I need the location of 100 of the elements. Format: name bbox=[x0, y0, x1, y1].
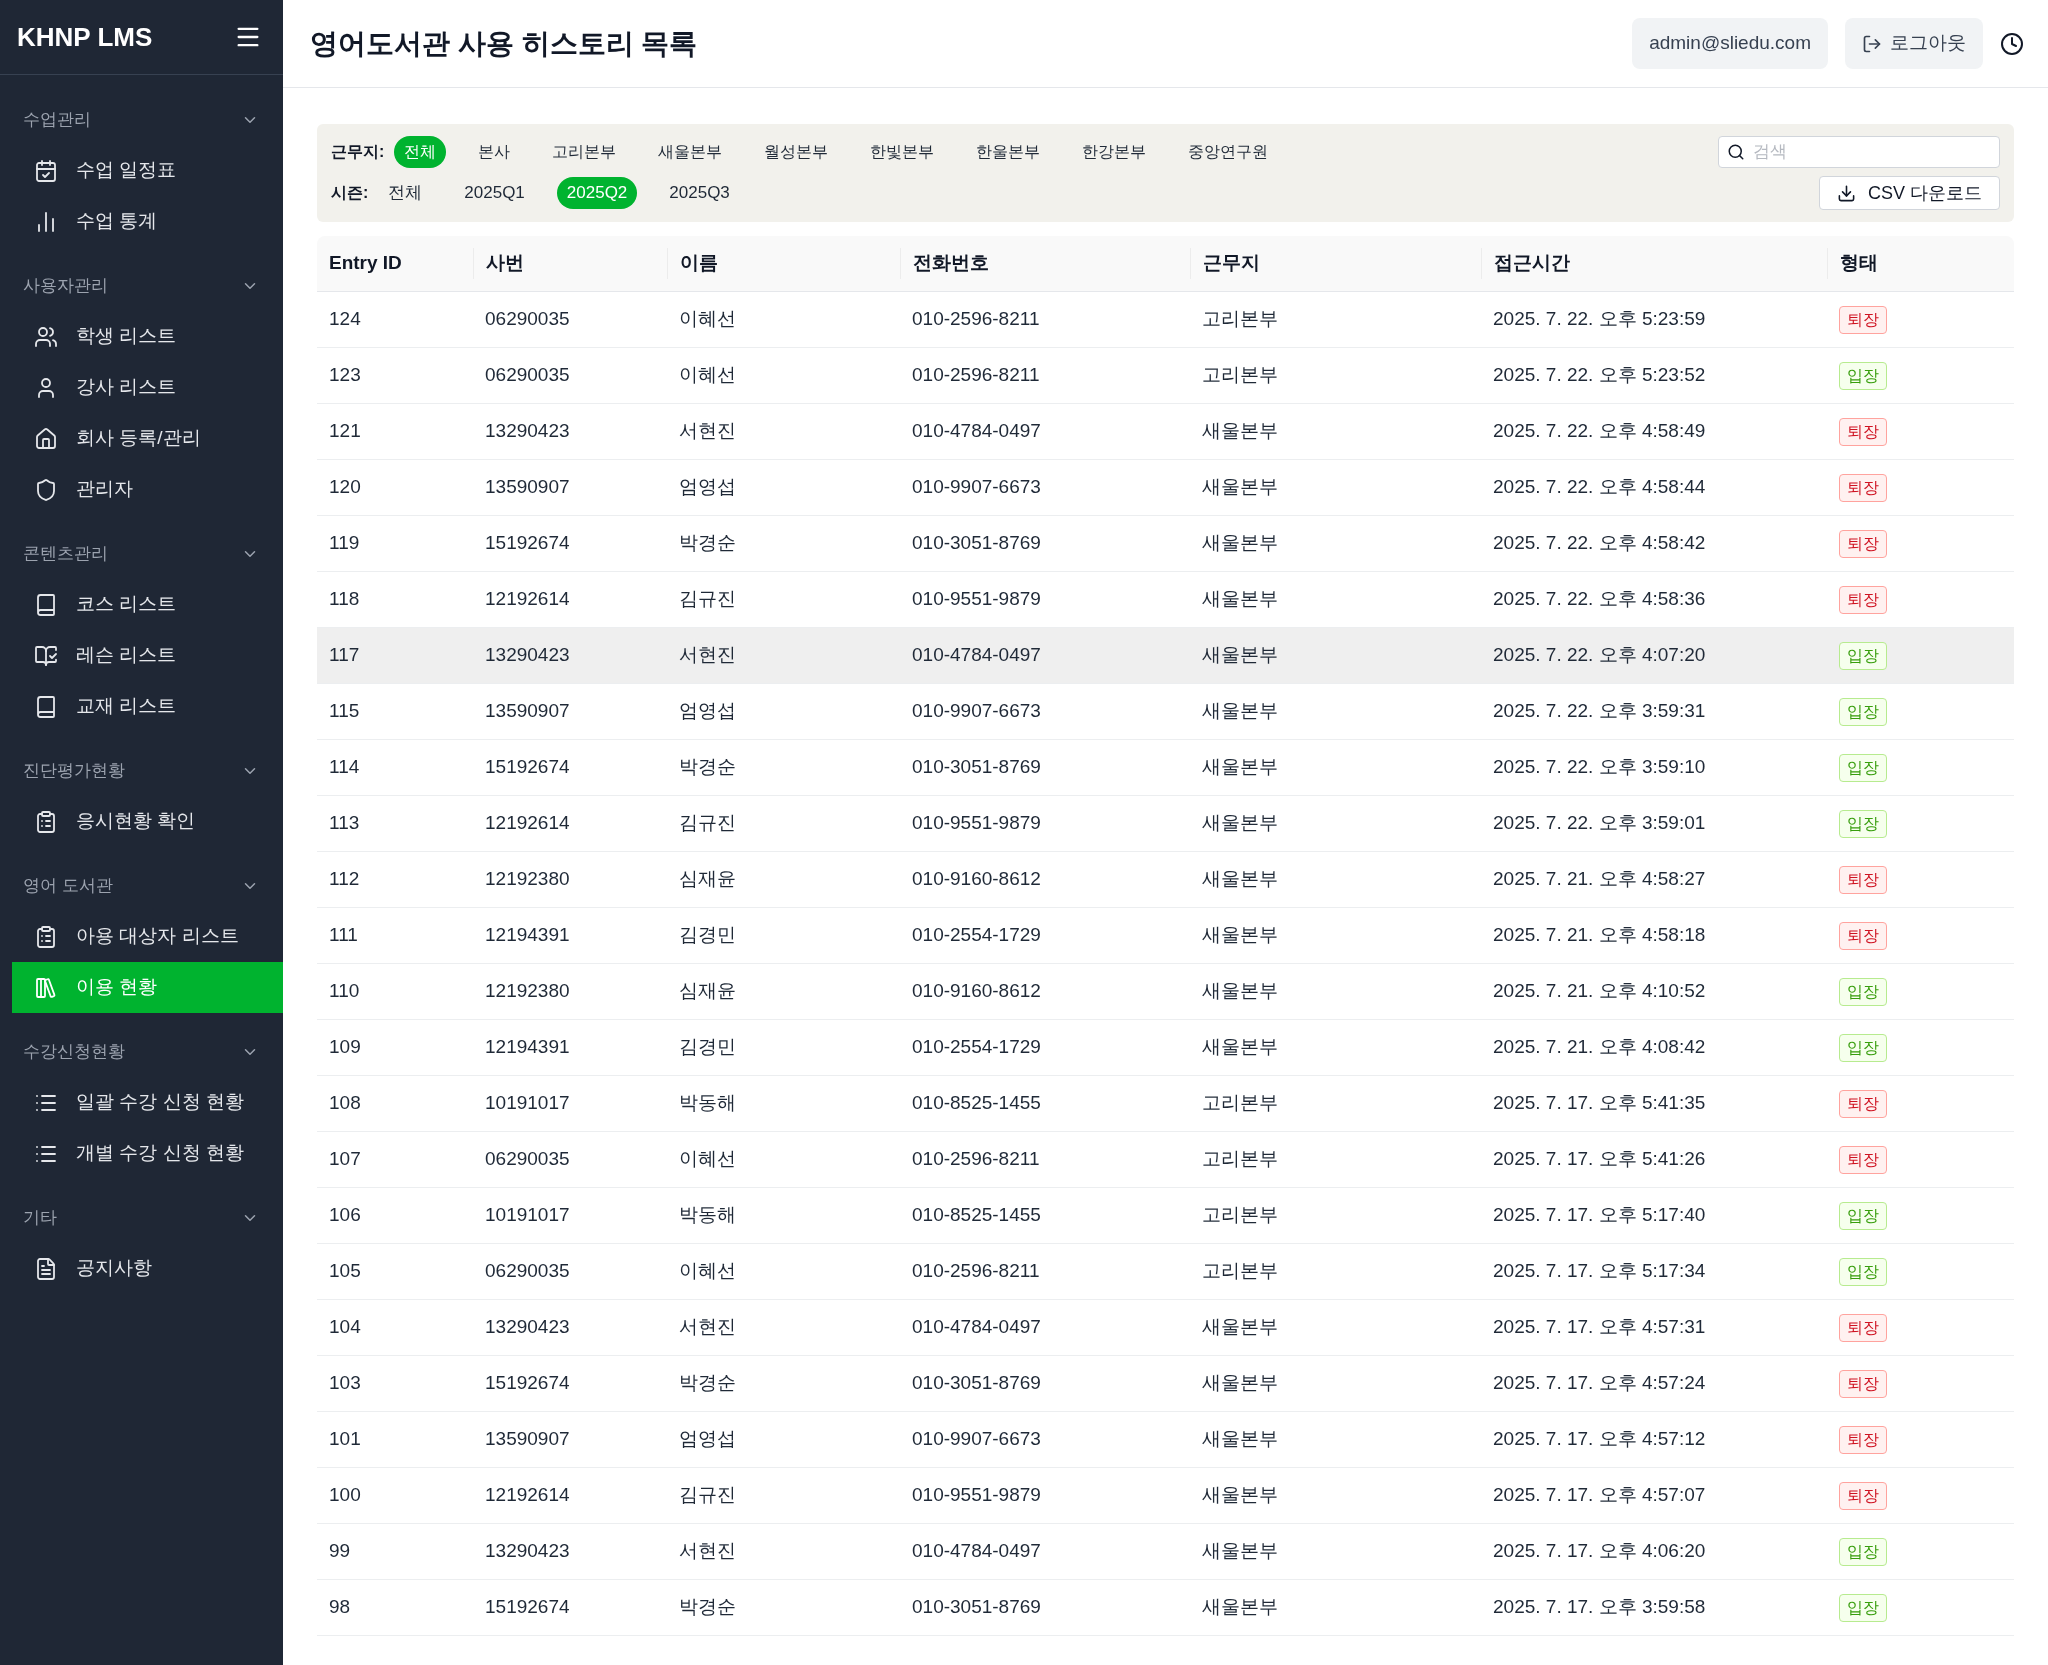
table-cell: 박경순 bbox=[679, 1372, 736, 1394]
filter-chip[interactable]: 고리본부 bbox=[542, 136, 627, 168]
status-badge: 퇴장 bbox=[1839, 865, 1887, 894]
sidebar-item[interactable]: 공지사항 bbox=[12, 1243, 283, 1294]
table-cell: 010-9551-9879 bbox=[912, 1484, 1041, 1506]
sidebar-section-header[interactable]: 영어 도서관 bbox=[0, 861, 283, 911]
filter-chip[interactable]: 한울본부 bbox=[966, 136, 1051, 168]
filter-chip[interactable]: 본사 bbox=[468, 136, 521, 168]
status-badge: 입장 bbox=[1839, 641, 1887, 670]
house-icon bbox=[34, 426, 58, 451]
book-icon bbox=[34, 592, 58, 617]
table-cell: 새울본부 bbox=[1202, 700, 1278, 722]
sidebar-item[interactable]: 학생 리스트 bbox=[12, 311, 283, 362]
table-cell: 박경순 bbox=[679, 1596, 736, 1618]
filter-label: 근무지: bbox=[331, 142, 385, 162]
clock-icon[interactable] bbox=[2000, 31, 2024, 56]
table-cell: 새울본부 bbox=[1202, 868, 1278, 890]
status-badge: 퇴장 bbox=[1839, 1369, 1887, 1398]
sidebar-item[interactable]: 수업 통계 bbox=[12, 196, 283, 247]
status-badge: 입장 bbox=[1839, 361, 1887, 390]
table-cell: 113 bbox=[329, 812, 360, 834]
filter-chip[interactable]: 월성본부 bbox=[754, 136, 839, 168]
sidebar-section-header[interactable]: 콘텐츠관리 bbox=[0, 529, 283, 579]
table-cell: 108 bbox=[329, 1092, 361, 1114]
table-cell: 김규진 bbox=[679, 812, 736, 834]
table-cell: 2025. 7. 17. 오후 5:41:26 bbox=[1493, 1148, 1706, 1170]
status-badge: 퇴장 bbox=[1839, 1425, 1887, 1454]
table-cell: 12192380 bbox=[485, 980, 570, 1002]
table-cell: 새울본부 bbox=[1202, 1428, 1278, 1450]
season-chip[interactable]: 2025Q1 bbox=[454, 177, 535, 209]
table-cell: 2025. 7. 22. 오후 3:59:10 bbox=[1493, 756, 1706, 778]
table-cell: 2025. 7. 22. 오후 5:23:59 bbox=[1493, 308, 1706, 330]
status-badge: 입장 bbox=[1839, 1257, 1887, 1286]
table-cell: 010-8525-1455 bbox=[912, 1092, 1041, 1114]
table-cell: 새울본부 bbox=[1202, 1540, 1278, 1562]
sidebar-item[interactable]: 수업 일정표 bbox=[12, 145, 283, 196]
table-cell: 06290035 bbox=[485, 308, 570, 330]
season-chip[interactable]: 전체 bbox=[378, 177, 433, 209]
table-cell: 김규진 bbox=[679, 1484, 736, 1506]
table-cell: 새울본부 bbox=[1202, 756, 1278, 778]
filter-chip[interactable]: 한강본부 bbox=[1072, 136, 1157, 168]
table-cell: 15192674 bbox=[485, 532, 570, 554]
sidebar-item[interactable]: 개별 수강 신청 현황 bbox=[12, 1128, 283, 1179]
table-cell: 010-4784-0497 bbox=[912, 644, 1041, 666]
csv-download-button[interactable]: CSV 다운로드 bbox=[1819, 176, 2000, 210]
table-cell: 117 bbox=[329, 644, 360, 666]
logout-icon bbox=[1862, 33, 1882, 54]
sidebar-section-header[interactable]: 기타 bbox=[0, 1193, 283, 1243]
table-cell: 2025. 7. 22. 오후 5:23:52 bbox=[1493, 364, 1706, 386]
table-cell: 고리본부 bbox=[1202, 1148, 1278, 1170]
table-cell: 010-9907-6673 bbox=[912, 476, 1041, 498]
table-cell: 새울본부 bbox=[1202, 1316, 1278, 1338]
table-cell: 111 bbox=[329, 924, 358, 946]
table-cell: 2025. 7. 22. 오후 4:07:20 bbox=[1493, 644, 1706, 666]
table-cell: 새울본부 bbox=[1202, 812, 1278, 834]
sidebar-item[interactable]: 코스 리스트 bbox=[12, 579, 283, 630]
filter-chip[interactable]: 새울본부 bbox=[648, 136, 733, 168]
sidebar-item[interactable]: 회사 등록/관리 bbox=[12, 413, 283, 464]
table-cell: 121 bbox=[329, 420, 361, 442]
sidebar-section-header[interactable]: 사용자관리 bbox=[0, 261, 283, 311]
table-cell: 010-2596-8211 bbox=[912, 1148, 1040, 1170]
sidebar-item[interactable]: 응시현황 확인 bbox=[12, 796, 283, 847]
table-cell: 109 bbox=[329, 1036, 361, 1058]
sidebar-item[interactable]: 교재 리스트 bbox=[12, 681, 283, 732]
table-cell: 서현진 bbox=[679, 644, 736, 666]
table-cell: 2025. 7. 21. 오후 4:58:18 bbox=[1493, 924, 1706, 946]
table-cell: 12192614 bbox=[485, 812, 570, 834]
sidebar-item[interactable]: 레슨 리스트 bbox=[12, 630, 283, 681]
status-badge: 입장 bbox=[1839, 809, 1887, 838]
table-cell: 고리본부 bbox=[1202, 1092, 1278, 1114]
table-cell: 박경순 bbox=[679, 532, 736, 554]
status-badge: 퇴장 bbox=[1839, 1089, 1887, 1118]
table-cell: 010-2554-1729 bbox=[912, 924, 1041, 946]
table-cell: 새울본부 bbox=[1202, 1372, 1278, 1394]
table-cell: 서현진 bbox=[679, 420, 736, 442]
calendar-check-icon bbox=[34, 158, 58, 183]
table-cell: 2025. 7. 22. 오후 3:59:01 bbox=[1493, 812, 1706, 834]
table-row[interactable]: 117 13290423 서현진 010-4784-0497 새울본부 2025. 7. 22. 오후 4:07:20 입장 bbox=[317, 628, 2014, 684]
sidebar-item[interactable]: 관리자 bbox=[12, 464, 283, 515]
table-cell: 06290035 bbox=[485, 1260, 570, 1282]
table-cell: 심재윤 bbox=[679, 868, 736, 890]
search-field[interactable]: 검색 bbox=[1718, 136, 2000, 168]
table-cell: 106 bbox=[329, 1204, 361, 1226]
table-cell: 10191017 bbox=[485, 1092, 570, 1114]
table-cell: 새울본부 bbox=[1202, 1596, 1278, 1618]
sidebar-section-header[interactable]: 진단평가현황 bbox=[0, 746, 283, 796]
sidebar-item[interactable]: 일괄 수강 신청 현황 bbox=[12, 1077, 283, 1128]
clipboard-list-icon bbox=[34, 809, 58, 834]
season-chip[interactable]: 2025Q3 bbox=[659, 177, 740, 209]
filter-chip[interactable]: 중앙연구원 bbox=[1178, 136, 1279, 168]
sidebar-item[interactable]: 강사 리스트 bbox=[12, 362, 283, 413]
book-icon bbox=[34, 694, 58, 719]
filter-chip[interactable]: 한빛본부 bbox=[860, 136, 945, 168]
table-cell: 2025. 7. 17. 오후 4:57:31 bbox=[1493, 1316, 1706, 1338]
table-cell: 새울본부 bbox=[1202, 476, 1278, 498]
sidebar-section-header[interactable]: 수강신청현황 bbox=[0, 1027, 283, 1077]
logout-button[interactable]: 로그아웃 bbox=[1845, 18, 1983, 69]
sidebar-section-header[interactable]: 수업관리 bbox=[0, 95, 283, 145]
brand-logo: KHNP LMS bbox=[17, 20, 153, 54]
sidebar-item[interactable]: 아용 대상자 리스트 bbox=[12, 911, 283, 962]
